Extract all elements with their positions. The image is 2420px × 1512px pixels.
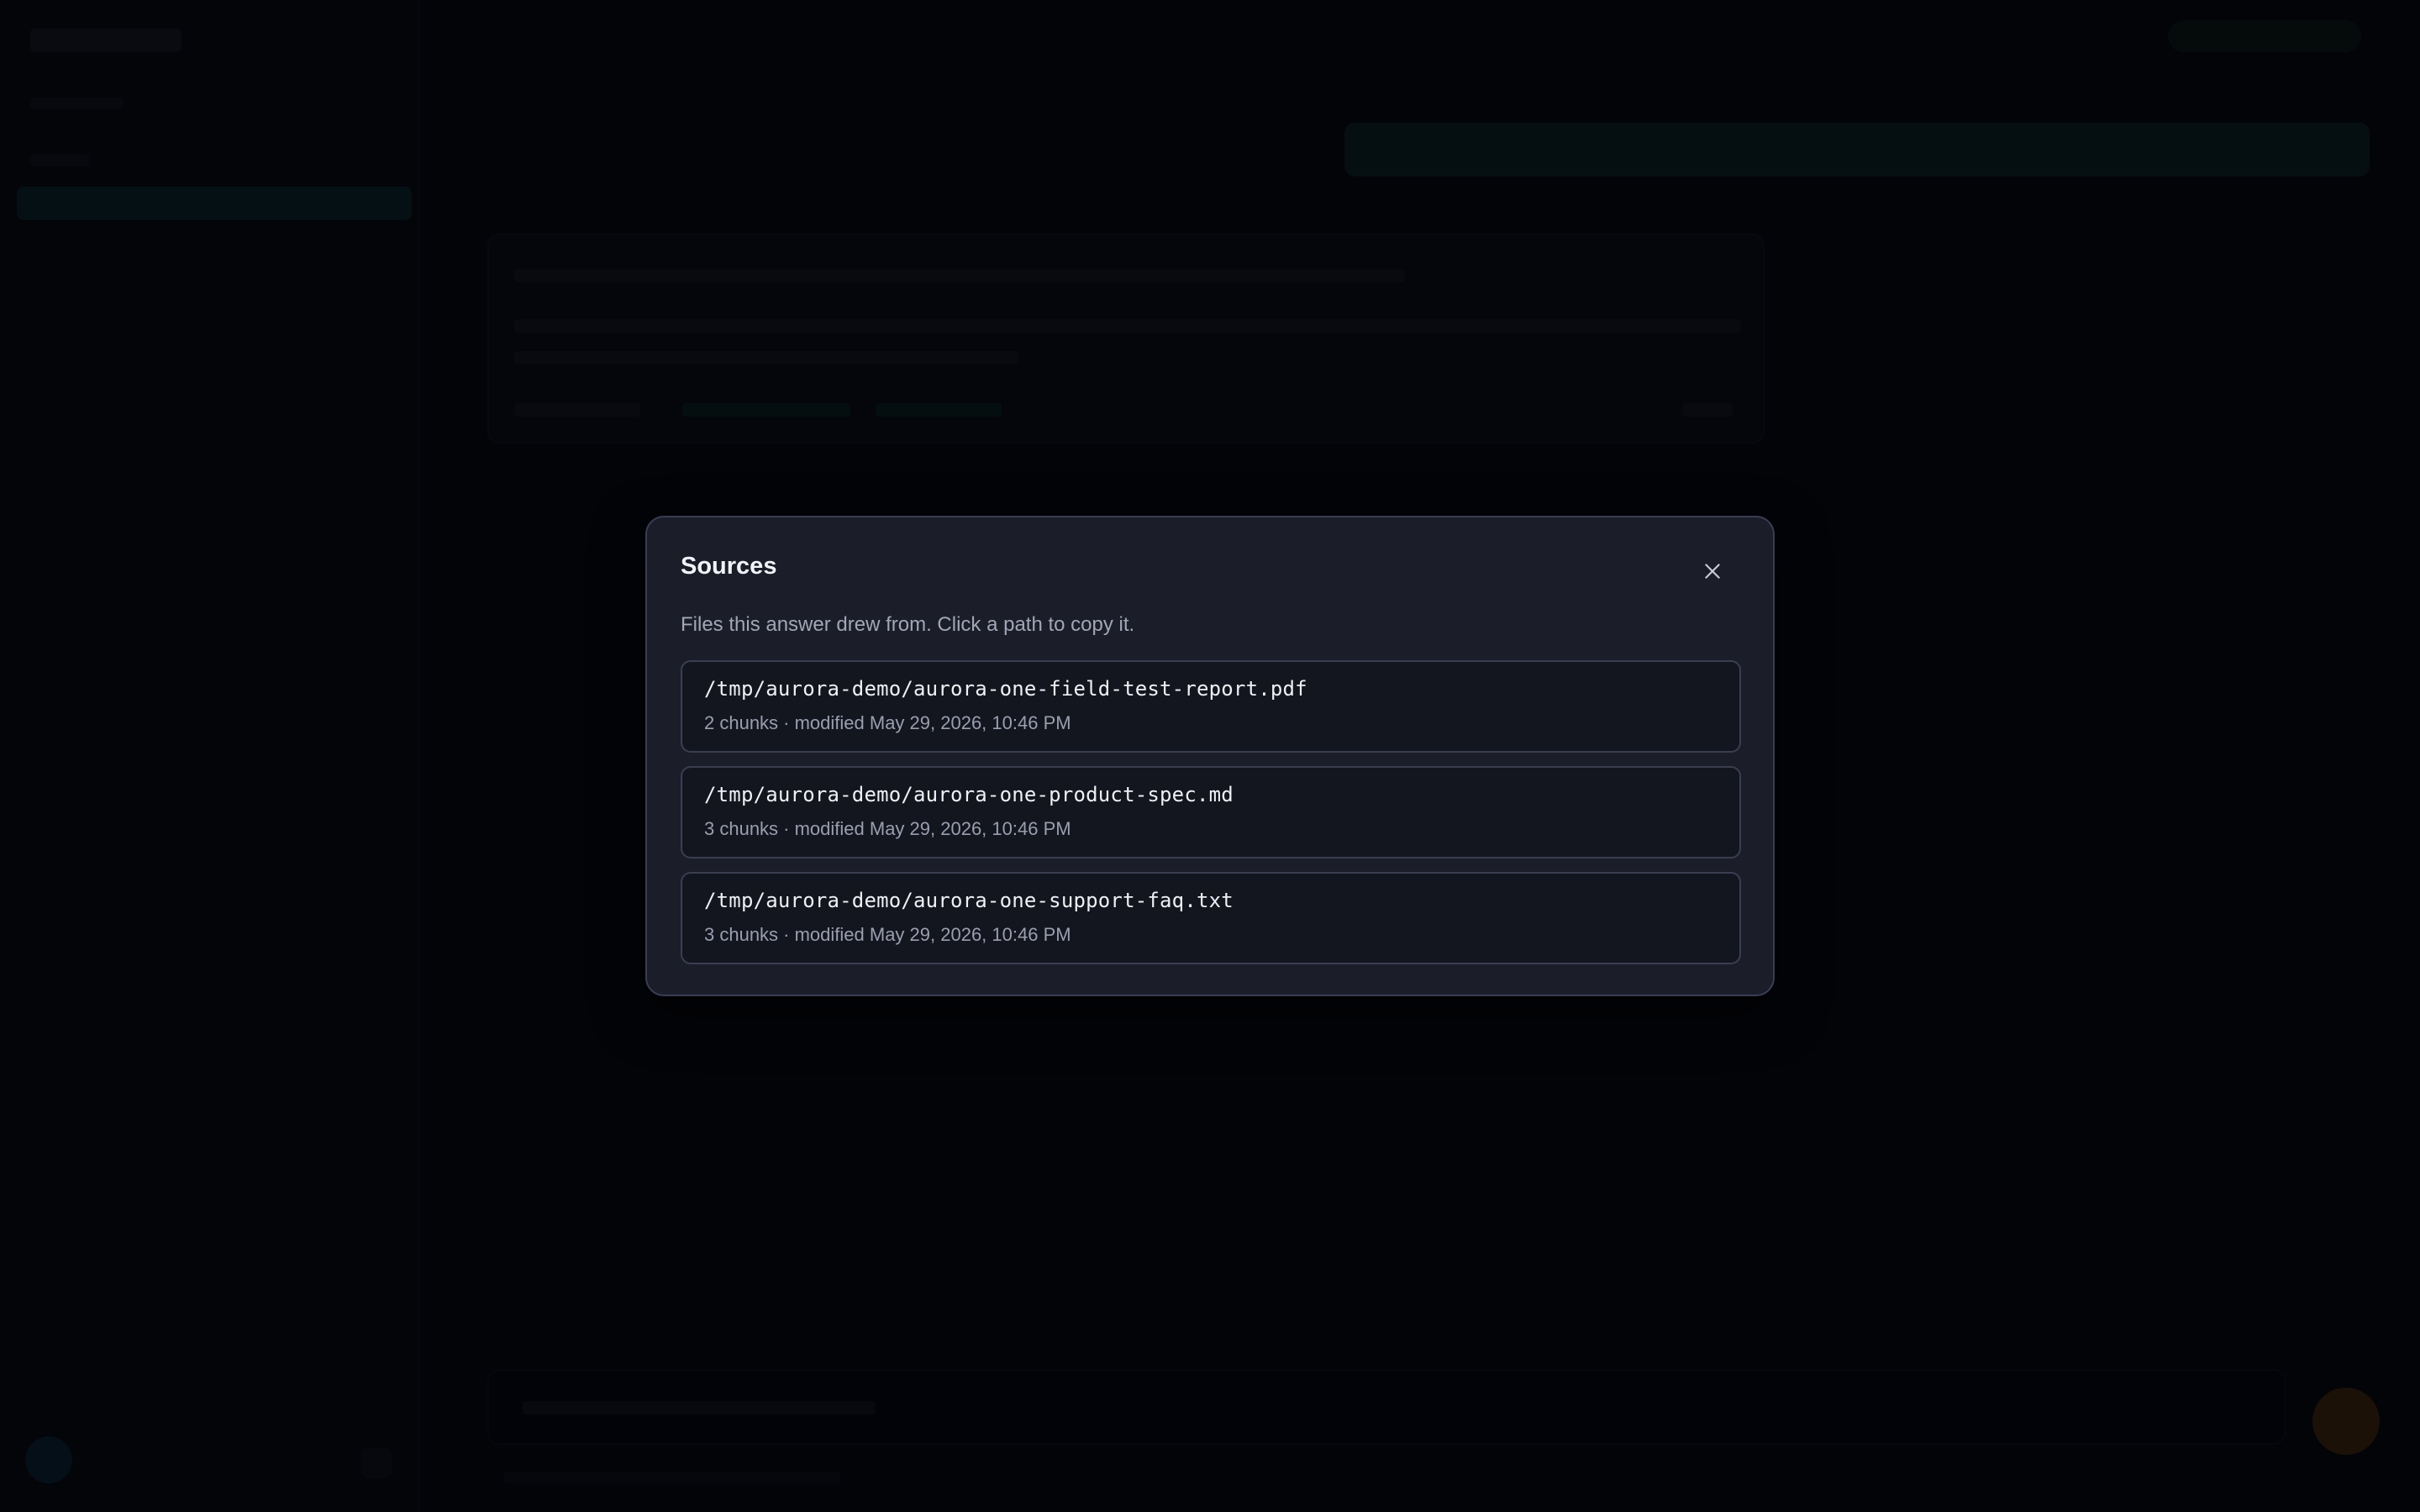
source-meta: 3 chunks · modified May 29, 2026, 10:46 … bbox=[704, 924, 1071, 945]
app-root: Sources Files this answer drew from. Cli… bbox=[0, 0, 2420, 1512]
source-meta: 3 chunks · modified May 29, 2026, 10:46 … bbox=[704, 818, 1071, 839]
sources-dialog: Sources Files this answer drew from. Cli… bbox=[645, 516, 1775, 996]
source-meta: 2 chunks · modified May 29, 2026, 10:46 … bbox=[704, 712, 1071, 733]
source-item[interactable]: /tmp/aurora-demo/aurora-one-field-test-r… bbox=[681, 660, 1741, 753]
source-path[interactable]: /tmp/aurora-demo/aurora-one-support-faq.… bbox=[704, 889, 1718, 912]
dialog-header: Sources bbox=[681, 517, 1739, 623]
source-item[interactable]: /tmp/aurora-demo/aurora-one-product-spec… bbox=[681, 766, 1741, 858]
source-item[interactable]: /tmp/aurora-demo/aurora-one-support-faq.… bbox=[681, 872, 1741, 964]
source-path[interactable]: /tmp/aurora-demo/aurora-one-product-spec… bbox=[704, 783, 1718, 806]
close-icon bbox=[1702, 560, 1723, 586]
source-path[interactable]: /tmp/aurora-demo/aurora-one-field-test-r… bbox=[704, 677, 1718, 701]
source-list: /tmp/aurora-demo/aurora-one-field-test-r… bbox=[681, 660, 1741, 964]
dialog-description: Files this answer drew from. Click a pat… bbox=[681, 613, 1135, 636]
close-button[interactable] bbox=[1697, 558, 1728, 588]
dialog-title: Sources bbox=[681, 553, 777, 580]
